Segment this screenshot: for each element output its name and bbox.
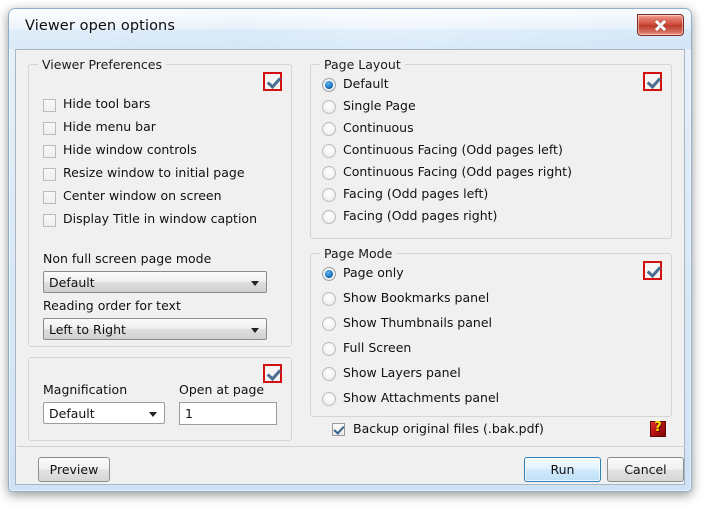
radio-page-mode-page-only[interactable] [322,267,336,281]
radio-page-layout-default[interactable] [322,78,336,92]
radio-page-mode-full-screen-label: Full Screen [343,340,412,355]
bottom-divider [17,446,685,447]
checkbox-center-window-on-screen-label: Center window on screen [63,188,222,203]
radio-page-layout-continuous-facing-odd-right[interactable] [322,166,336,180]
dialog-window: Viewer open options Viewer Preferences H… [8,8,692,492]
radio-page-layout-facing-odd-right[interactable] [322,210,336,224]
radio-page-layout-facing-odd-left-label: Facing (Odd pages left) [343,186,489,201]
preview-button[interactable]: Preview [38,457,110,482]
label-open-at-page: Open at page [179,382,265,397]
combo-reading-order-for-text-value: Left to Right [49,322,126,337]
chevron-down-icon [149,412,157,417]
open-at-page-input[interactable]: 1 [179,402,277,425]
checkbox-hide-tool-bars[interactable] [43,99,56,112]
radio-page-layout-single-page[interactable] [322,100,336,114]
dialog-client-area: Viewer Preferences Hide tool bars Hide m… [15,49,685,485]
radio-page-mode-full-screen[interactable] [322,342,336,356]
radio-page-mode-thumbnails-label: Show Thumbnails panel [343,315,492,330]
page-mode-enable-checkbox[interactable] [643,261,662,280]
group-page-mode-title: Page Mode [320,246,397,261]
window-title: Viewer open options [25,18,176,34]
radio-page-mode-bookmarks[interactable] [322,292,336,306]
open-at-page-enable-checkbox[interactable] [263,364,282,383]
checkbox-backup-original-files-label: Backup original files (.bak.pdf) [353,421,544,436]
radio-page-mode-attachments-label: Show Attachments panel [343,390,500,405]
panel-magnification: Magnification Default Open at page 1 [28,357,292,441]
label-reading-order-for-text: Reading order for text [43,298,181,313]
group-viewer-preferences-title: Viewer Preferences [38,57,166,72]
checkbox-hide-menu-bar-label: Hide menu bar [63,119,156,134]
checkbox-hide-window-controls[interactable] [43,145,56,158]
checkbox-display-title-in-window-caption[interactable] [43,214,56,227]
group-page-layout-title: Page Layout [320,57,405,72]
group-page-layout: Page Layout Default Single Page Continuo… [310,57,672,239]
group-page-mode: Page Mode Page only Show Bookmarks panel… [310,246,672,417]
checkbox-hide-tool-bars-label: Hide tool bars [63,96,151,111]
group-viewer-preferences: Viewer Preferences Hide tool bars Hide m… [28,57,292,347]
combo-magnification-value: Default [49,406,95,421]
radio-page-mode-layers[interactable] [322,367,336,381]
help-icon[interactable]: ? [650,420,666,437]
label-magnification: Magnification [43,382,128,397]
label-non-full-screen-page-mode: Non full screen page mode [43,251,212,266]
viewer-preferences-enable-checkbox[interactable] [263,72,282,91]
title-bar: Viewer open options [9,9,691,49]
chevron-down-icon [251,328,259,333]
radio-page-layout-default-label: Default [343,76,389,91]
combo-magnification[interactable]: Default [43,402,165,424]
checkbox-center-window-on-screen[interactable] [43,191,56,204]
radio-page-layout-facing-odd-left[interactable] [322,188,336,202]
radio-page-layout-continuous-facing-odd-right-label: Continuous Facing (Odd pages right) [343,164,572,179]
combo-non-full-screen-page-mode-value: Default [49,275,95,290]
radio-page-layout-continuous[interactable] [322,122,336,136]
checkbox-backup-original-files[interactable] [332,423,345,436]
radio-page-mode-layers-label: Show Layers panel [343,365,461,380]
radio-page-layout-single-page-label: Single Page [343,98,416,113]
radio-page-layout-facing-odd-right-label: Facing (Odd pages right) [343,208,498,223]
open-at-page-input-value: 1 [185,406,193,421]
radio-page-layout-continuous-facing-odd-left-label: Continuous Facing (Odd pages left) [343,142,563,157]
checkbox-hide-window-controls-label: Hide window controls [63,142,197,157]
radio-page-mode-thumbnails[interactable] [322,317,336,331]
radio-page-mode-bookmarks-label: Show Bookmarks panel [343,290,490,305]
radio-page-mode-page-only-label: Page only [343,265,404,280]
chevron-down-icon [251,281,259,286]
checkbox-hide-menu-bar[interactable] [43,122,56,135]
combo-reading-order-for-text[interactable]: Left to Right [43,318,267,340]
run-button[interactable]: Run [524,457,601,482]
radio-page-layout-continuous-label: Continuous [343,120,414,135]
radio-page-mode-attachments[interactable] [322,392,336,406]
checkbox-display-title-in-window-caption-label: Display Title in window caption [63,211,257,226]
help-icon-glyph: ? [654,420,662,435]
checkbox-resize-window-to-initial-page-label: Resize window to initial page [63,165,245,180]
radio-page-layout-continuous-facing-odd-left[interactable] [322,144,336,158]
close-icon[interactable] [637,14,684,36]
checkbox-resize-window-to-initial-page[interactable] [43,168,56,181]
cancel-button[interactable]: Cancel [607,457,684,482]
combo-non-full-screen-page-mode[interactable]: Default [43,271,267,293]
page-layout-enable-checkbox[interactable] [643,72,662,91]
